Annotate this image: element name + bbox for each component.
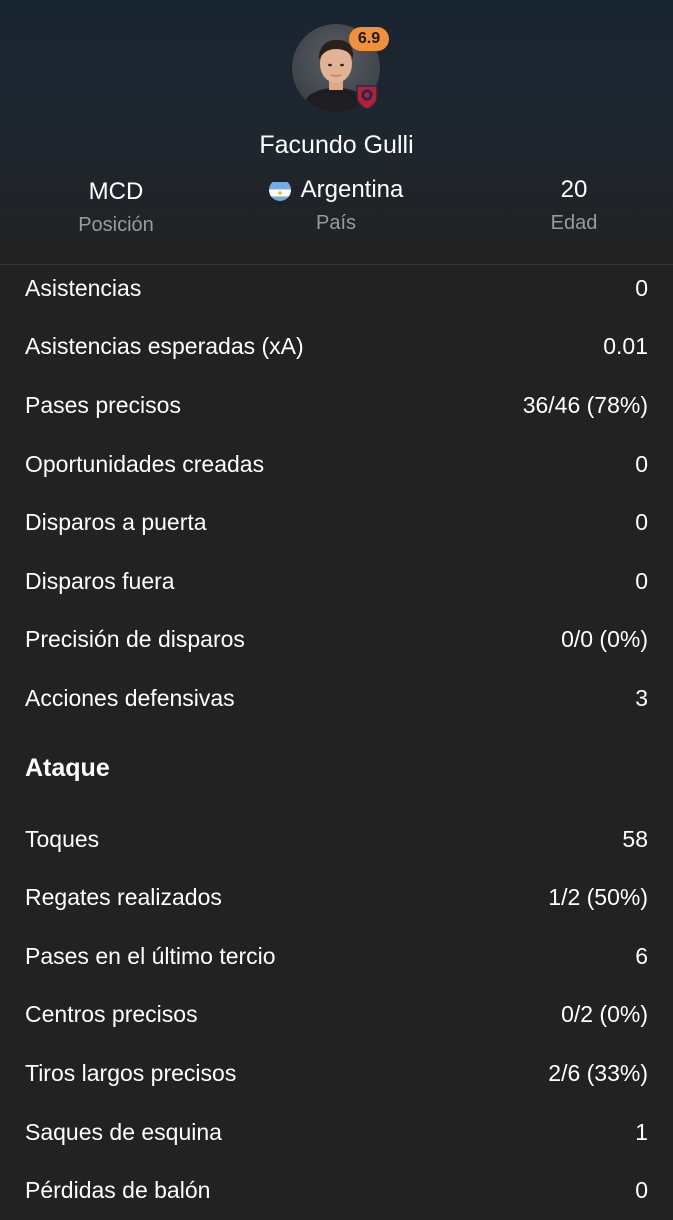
stat-value: 0 <box>635 567 648 594</box>
stat-value: 0 <box>635 1177 648 1204</box>
stat-value: 3 <box>635 684 648 711</box>
stat-row-perdidas: Pérdidas de balón 0 <box>0 1161 673 1220</box>
stat-row-xa: Asistencias esperadas (xA) 0.01 <box>0 318 673 377</box>
stat-label: Asistencias <box>25 274 142 301</box>
country-value: Argentina <box>300 176 404 203</box>
player-name: Facundo Gulli <box>259 131 414 159</box>
age-label: Edad <box>550 212 598 234</box>
stat-value: 58 <box>622 825 648 852</box>
club-crest-icon <box>354 84 380 110</box>
stat-label: Tiros largos precisos <box>25 1059 237 1086</box>
stat-label: Pérdidas de balón <box>25 1177 211 1204</box>
stat-value: 0 <box>635 509 648 536</box>
stat-label: Pases precisos <box>25 391 181 418</box>
stat-label: Saques de esquina <box>25 1118 222 1145</box>
age-info: 20 Edad <box>494 172 654 238</box>
stat-label: Disparos fuera <box>25 567 175 594</box>
stat-value: 6 <box>635 942 648 969</box>
stats-list: Asistencias 0 Asistencias esperadas (xA)… <box>0 259 673 1220</box>
argentina-flag-icon <box>268 179 291 201</box>
position-value: MCD <box>88 178 144 205</box>
stat-label: Disparos a puerta <box>25 509 207 536</box>
stat-value: 0.01 <box>603 333 648 360</box>
stat-value: 0 <box>635 450 648 477</box>
stat-row-tiros-largos: Tiros largos precisos 2/6 (33%) <box>0 1044 673 1103</box>
stat-value: 1/2 (50%) <box>548 884 648 911</box>
stat-row-toques: Toques 58 <box>0 810 673 869</box>
avatar-container: 6.9 <box>292 24 389 112</box>
stat-label: Regates realizados <box>25 884 222 911</box>
stat-row-pases-ultimo-tercio: Pases en el último tercio 6 <box>0 927 673 986</box>
stat-value: 1 <box>635 1118 648 1145</box>
position-label: Posición <box>78 214 154 236</box>
stat-row-asistencias: Asistencias 0 <box>0 259 673 318</box>
country-info: Argentina País <box>236 172 436 238</box>
player-header: 6.9 Facundo Gulli MCD Posición Argentina… <box>0 0 673 265</box>
stat-row-acciones-defensivas: Acciones defensivas 3 <box>0 669 673 728</box>
stat-label: Precisión de disparos <box>25 626 245 653</box>
stat-row-precision-disparos: Precisión de disparos 0/0 (0%) <box>0 611 673 670</box>
stat-row-regates: Regates realizados 1/2 (50%) <box>0 868 673 927</box>
country-label: País <box>315 212 357 234</box>
stat-row-centros: Centros precisos 0/2 (0%) <box>0 986 673 1045</box>
stat-label: Pases en el último tercio <box>25 942 276 969</box>
rating-badge: 6.9 <box>349 27 389 51</box>
stat-row-disparos-puerta: Disparos a puerta 0 <box>0 493 673 552</box>
stat-label: Toques <box>25 825 100 852</box>
stat-value: 36/46 (78%) <box>522 391 648 418</box>
stat-label: Oportunidades creadas <box>25 450 265 477</box>
stat-value: 0/2 (0%) <box>561 1001 648 1028</box>
stat-label: Centros precisos <box>25 1001 198 1028</box>
stat-value: 0/0 (0%) <box>561 626 648 653</box>
stat-row-disparos-fuera: Disparos fuera 0 <box>0 552 673 611</box>
stat-label: Asistencias esperadas (xA) <box>25 333 304 360</box>
stat-row-saques-esquina: Saques de esquina 1 <box>0 1103 673 1162</box>
country-value-row: Argentina <box>236 172 436 208</box>
section-title-ataque: Ataque <box>25 754 110 783</box>
stat-value: 2/6 (33%) <box>548 1059 648 1086</box>
stat-label: Acciones defensivas <box>25 684 235 711</box>
age-value: 20 <box>560 176 588 203</box>
stat-value: 0 <box>635 274 648 301</box>
stat-row-pases-precisos: Pases precisos 36/46 (78%) <box>0 376 673 435</box>
position-info: MCD Posición <box>36 174 196 240</box>
stat-row-oportunidades: Oportunidades creadas 0 <box>0 435 673 494</box>
